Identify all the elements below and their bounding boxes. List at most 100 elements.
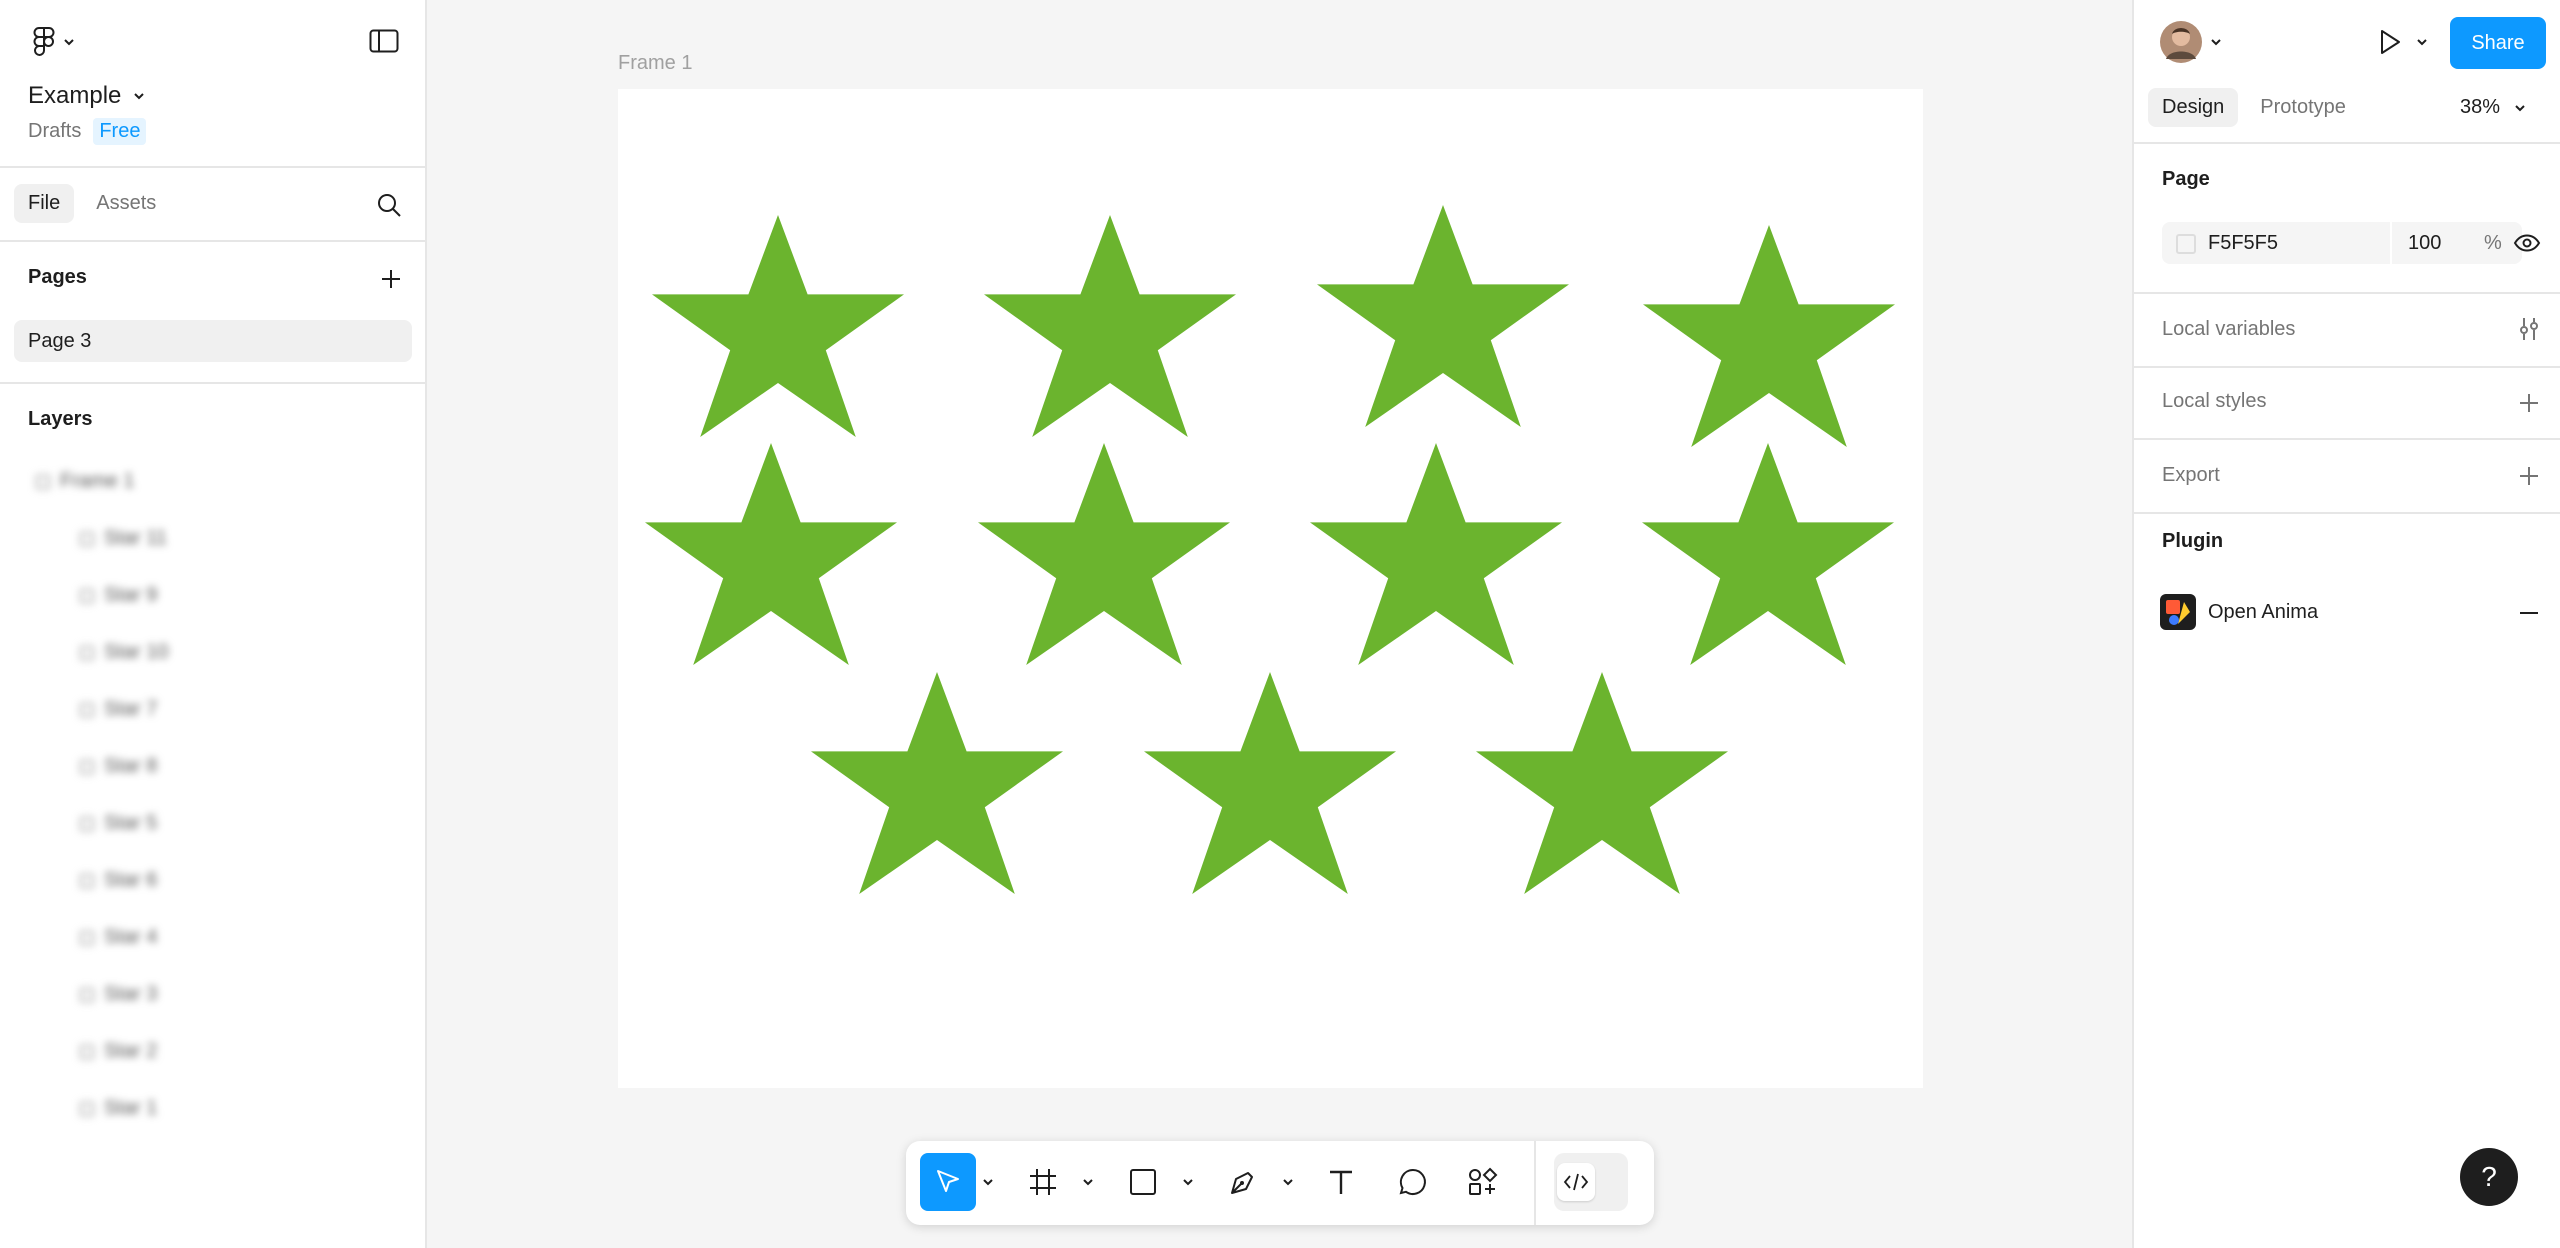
star-shape[interactable] — [1144, 672, 1396, 894]
pen-icon — [1231, 1172, 1253, 1194]
divider — [2134, 512, 2560, 514]
page-item-page-3[interactable]: Page 3 — [14, 320, 412, 362]
add-style-button[interactable] — [2514, 388, 2544, 418]
frame-1[interactable] — [618, 89, 1923, 1088]
actions-tool[interactable] — [1458, 1153, 1508, 1211]
layer-item[interactable]: Frame 1 — [36, 470, 134, 493]
star-shape[interactable] — [978, 443, 1230, 665]
star-shape[interactable] — [645, 443, 897, 665]
star-shape[interactable] — [1310, 443, 1562, 665]
star-shape[interactable] — [1317, 205, 1569, 427]
tab-prototype[interactable]: Prototype — [2246, 88, 2360, 127]
plus-icon — [2520, 467, 2538, 485]
frame-tool-dropdown[interactable] — [1078, 1153, 1098, 1211]
layer-item[interactable]: Star 6 — [80, 869, 157, 892]
tab-file[interactable]: File — [14, 184, 75, 223]
pen-tool[interactable] — [1218, 1153, 1268, 1211]
star-icon — [80, 531, 94, 546]
star-icon — [80, 1101, 94, 1116]
local-variables-heading[interactable]: Local variables — [2162, 318, 2295, 341]
open-variables-button[interactable] — [2514, 314, 2544, 344]
star-shape[interactable] — [984, 215, 1236, 437]
help-button[interactable]: ? — [2460, 1148, 2518, 1206]
page-fill-row: F5F5F5 100 % — [2162, 222, 2522, 264]
star-icon — [80, 588, 94, 603]
search-button[interactable] — [372, 188, 406, 222]
page-opacity-input[interactable]: 100 — [2408, 232, 2441, 255]
star-shape[interactable] — [652, 215, 904, 437]
move-tool[interactable] — [920, 1153, 976, 1211]
left-panel: Example Drafts Free File Assets Pages Pa… — [0, 0, 427, 1248]
layer-item[interactable]: Star 4 — [80, 926, 157, 949]
move-tool-dropdown[interactable] — [978, 1153, 998, 1211]
star-shape[interactable] — [1642, 443, 1894, 665]
avatar — [2160, 21, 2202, 63]
main-menu-button[interactable] — [28, 24, 80, 60]
present-dropdown[interactable] — [2412, 30, 2432, 54]
frame-label[interactable]: Frame 1 — [618, 52, 692, 75]
page-color-input[interactable]: F5F5F5 — [2208, 232, 2278, 255]
present-button[interactable] — [2370, 24, 2410, 60]
star-icon — [80, 816, 94, 831]
shape-tool-dropdown[interactable] — [1178, 1153, 1198, 1211]
cursor-icon — [937, 1170, 959, 1192]
minus-icon — [2520, 612, 2538, 614]
divider — [2134, 142, 2560, 144]
layer-item[interactable]: Star 5 — [80, 812, 157, 835]
layer-item[interactable]: Star 8 — [80, 755, 157, 778]
chevron-down-icon — [1083, 1179, 1093, 1186]
play-icon — [2381, 30, 2400, 54]
star-icon — [80, 987, 94, 1002]
drafts-link[interactable]: Drafts — [28, 120, 81, 143]
toggle-sidebar-button[interactable] — [366, 26, 402, 56]
code-icon — [1563, 1173, 1589, 1191]
rectangle-tool[interactable] — [1118, 1153, 1168, 1211]
zoom-dropdown[interactable]: 38% — [2460, 96, 2526, 119]
frame-tool[interactable] — [1018, 1153, 1068, 1211]
plugin-item-open-anima[interactable]: Open Anima — [2160, 594, 2318, 630]
dev-mode-toggle[interactable] — [1554, 1153, 1628, 1211]
add-page-button[interactable] — [376, 264, 406, 294]
star-icon — [80, 930, 94, 945]
user-menu-button[interactable] — [2156, 20, 2226, 64]
text-icon — [1330, 1170, 1352, 1194]
tab-assets[interactable]: Assets — [82, 184, 170, 223]
plugin-name: Open Anima — [2208, 600, 2319, 623]
stars-svg — [645, 205, 1895, 894]
star-shape[interactable] — [1643, 225, 1895, 447]
canvas[interactable]: Frame 1 — [427, 0, 2132, 1248]
components-icon — [1469, 1167, 1498, 1195]
layer-item[interactable]: Star 3 — [80, 983, 157, 1006]
divider — [0, 382, 425, 384]
local-styles-heading: Local styles — [2162, 390, 2267, 412]
divider — [2134, 438, 2560, 440]
star-shape[interactable] — [811, 672, 1063, 894]
star-shape[interactable] — [1476, 672, 1728, 894]
figma-logo-icon — [33, 27, 55, 56]
toolbar-divider — [1534, 1141, 1536, 1225]
frame-icon — [1030, 1169, 1056, 1195]
chevron-down-icon — [1183, 1179, 1193, 1186]
file-name-button[interactable]: Example — [28, 82, 145, 110]
color-swatch[interactable] — [2176, 234, 2196, 254]
text-tool[interactable] — [1316, 1153, 1366, 1211]
chevron-down-icon — [983, 1179, 993, 1186]
share-button[interactable]: Share — [2450, 17, 2546, 69]
remove-plugin-button[interactable] — [2514, 598, 2544, 628]
add-export-button[interactable] — [2514, 461, 2544, 491]
layer-item[interactable]: Star 2 — [80, 1040, 157, 1063]
layer-item[interactable]: Star 7 — [80, 698, 157, 721]
layer-item[interactable]: Star 9 — [80, 584, 157, 607]
sidebar-icon — [369, 29, 399, 53]
toggle-visibility-button[interactable] — [2510, 228, 2544, 258]
tab-design[interactable]: Design — [2148, 88, 2239, 127]
pen-tool-dropdown[interactable] — [1278, 1153, 1298, 1211]
layer-item[interactable]: Star 11 — [80, 527, 167, 550]
chevron-down-icon — [2417, 39, 2427, 46]
comment-tool[interactable] — [1388, 1153, 1438, 1211]
bottom-toolbar — [906, 1141, 1654, 1225]
page-item-label: Page 3 — [28, 329, 92, 352]
percent-sign: % — [2484, 232, 2502, 254]
layer-item[interactable]: Star 10 — [80, 641, 168, 664]
layer-item[interactable]: Star 1 — [80, 1097, 157, 1120]
